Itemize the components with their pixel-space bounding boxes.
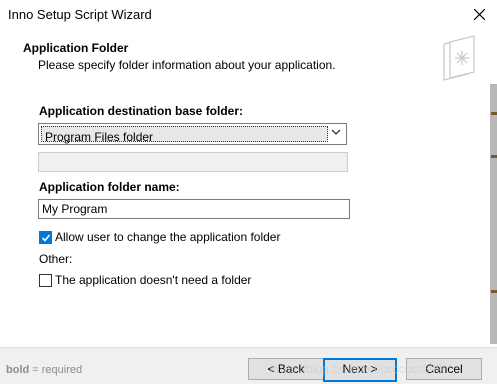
- wizard-footer: bold = required < Back Next > Cancel htt…: [0, 347, 497, 384]
- folder-name-label: Application folder name:: [39, 180, 180, 194]
- edge-marker: [491, 290, 497, 293]
- chevron-down-icon: [331, 129, 341, 135]
- page-subtitle: Please specify folder information about …: [38, 58, 336, 72]
- back-button[interactable]: < Back: [248, 358, 324, 380]
- edge-marker: [491, 112, 497, 115]
- required-hint: bold = required: [6, 364, 82, 376]
- wizard-header: Application Folder Please specify folder…: [0, 30, 497, 84]
- required-hint-text: = required: [29, 364, 83, 376]
- dest-base-folder-label: Application destination base folder:: [39, 104, 244, 118]
- select-focus-highlight: Program Files folder: [41, 126, 328, 144]
- edge-marker: [491, 155, 497, 158]
- no-folder-checkbox[interactable]: [39, 274, 52, 287]
- dest-base-folder-value: Program Files folder: [45, 130, 154, 144]
- cancel-button[interactable]: Cancel: [406, 358, 482, 380]
- allow-change-checkbox[interactable]: [39, 231, 52, 244]
- title-bar: Inno Setup Script Wizard: [0, 0, 497, 30]
- checkmark-icon: [41, 234, 51, 242]
- page-title: Application Folder: [23, 41, 129, 55]
- required-hint-bold: bold: [6, 364, 30, 376]
- dest-base-folder-select[interactable]: Program Files folder: [38, 123, 347, 145]
- close-icon: [474, 9, 485, 20]
- background-window-edge: [490, 84, 497, 344]
- folder-name-input[interactable]: [38, 199, 350, 219]
- close-button[interactable]: [463, 2, 497, 28]
- wizard-page-icon: [443, 35, 475, 81]
- no-folder-label: The application doesn't need a folder: [55, 273, 252, 287]
- other-label: Other:: [39, 252, 73, 266]
- custom-folder-field: [38, 152, 348, 172]
- window-title: Inno Setup Script Wizard: [8, 7, 152, 22]
- next-button[interactable]: Next >: [323, 358, 397, 382]
- allow-change-label: Allow user to change the application fol…: [55, 230, 281, 244]
